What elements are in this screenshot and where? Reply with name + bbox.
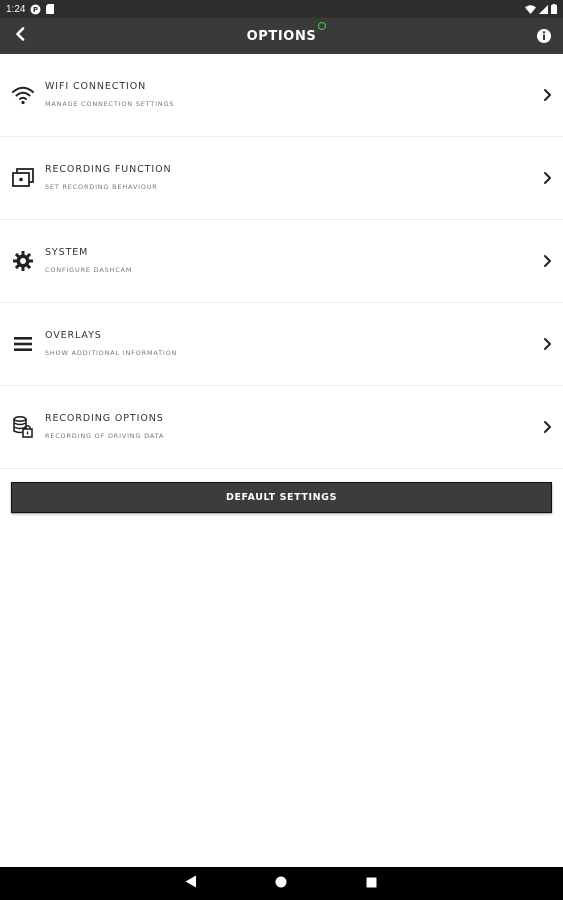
status-bar: 1:24 P [0,0,563,18]
nav-back-button[interactable] [182,875,200,893]
menu-lines-icon [10,331,36,357]
portrait-app-icon: P [30,4,41,15]
status-left: 1:24 P [6,3,55,15]
sd-card-icon [46,4,55,14]
option-text: OVERLAYS SHOW ADDITIONAL INFORMATION [45,330,177,357]
option-text: SYSTEM CONFIGURE DASHCAM [45,247,132,274]
option-title: OVERLAYS [45,330,102,341]
recents-square-icon [366,875,377,893]
option-text: WIFI CONNECTION MANAGE CONNECTION SETTIN… [45,81,174,108]
wifi-icon [525,4,536,14]
nav-recents-button[interactable] [362,875,380,893]
wifi-icon [10,82,36,108]
status-time: 1:24 [6,3,26,15]
database-lock-icon [10,414,36,440]
home-circle-icon [275,875,287,893]
option-text: RECORDING OPTIONS RECORDING OF DRIVING D… [45,413,164,440]
option-subtitle: SHOW ADDITIONAL INFORMATION [45,349,178,357]
options-list: WIFI CONNECTION MANAGE CONNECTION SETTIN… [0,54,563,469]
battery-icon [551,4,557,14]
app-bar: OPTIONS [0,18,563,54]
recording-frames-icon [10,165,36,191]
chevron-left-icon [14,26,26,46]
chevron-right-icon [541,171,553,185]
back-button[interactable] [8,24,32,48]
chevron-right-icon [541,420,553,434]
default-settings-label: DEFAULT SETTINGS [225,492,338,503]
page-title: OPTIONS [246,21,327,44]
default-settings-button[interactable]: DEFAULT SETTINGS [11,482,552,513]
option-recording-function[interactable]: RECORDING FUNCTION SET RECORDING BEHAVIO… [0,137,563,220]
nav-home-button[interactable] [272,875,290,893]
options-screen: 1:24 P OPTIONS WIFI CONNECTION MANAGE CO… [0,0,563,900]
info-button[interactable] [535,27,553,45]
chevron-right-icon [541,254,553,268]
back-triangle-icon [185,875,197,893]
status-right [525,4,557,14]
option-title: SYSTEM [45,247,89,258]
option-title: WIFI CONNECTION [45,81,147,92]
option-overlays[interactable]: OVERLAYS SHOW ADDITIONAL INFORMATION [0,303,563,386]
option-subtitle: SET RECORDING BEHAVIOUR [45,183,158,191]
gear-icon [10,248,36,274]
option-system[interactable]: SYSTEM CONFIGURE DASHCAM [0,220,563,303]
connection-status-indicator [318,21,327,30]
option-subtitle: RECORDING OF DRIVING DATA [45,432,165,440]
option-subtitle: CONFIGURE DASHCAM [45,266,133,274]
option-wifi-connection[interactable]: WIFI CONNECTION MANAGE CONNECTION SETTIN… [0,54,563,137]
chevron-right-icon [541,88,553,102]
option-title: RECORDING OPTIONS [45,413,164,424]
option-recording-options[interactable]: RECORDING OPTIONS RECORDING OF DRIVING D… [0,386,563,469]
info-icon [535,29,553,49]
svg-text:P: P [33,6,38,14]
system-nav-bar [0,867,563,900]
page-title-text: OPTIONS [246,28,317,44]
option-subtitle: MANAGE CONNECTION SETTINGS [45,100,175,108]
option-text: RECORDING FUNCTION SET RECORDING BEHAVIO… [45,164,171,191]
title-wrap: OPTIONS [0,18,563,54]
chevron-right-icon [541,337,553,351]
option-title: RECORDING FUNCTION [45,164,172,175]
cell-signal-icon [539,4,548,14]
